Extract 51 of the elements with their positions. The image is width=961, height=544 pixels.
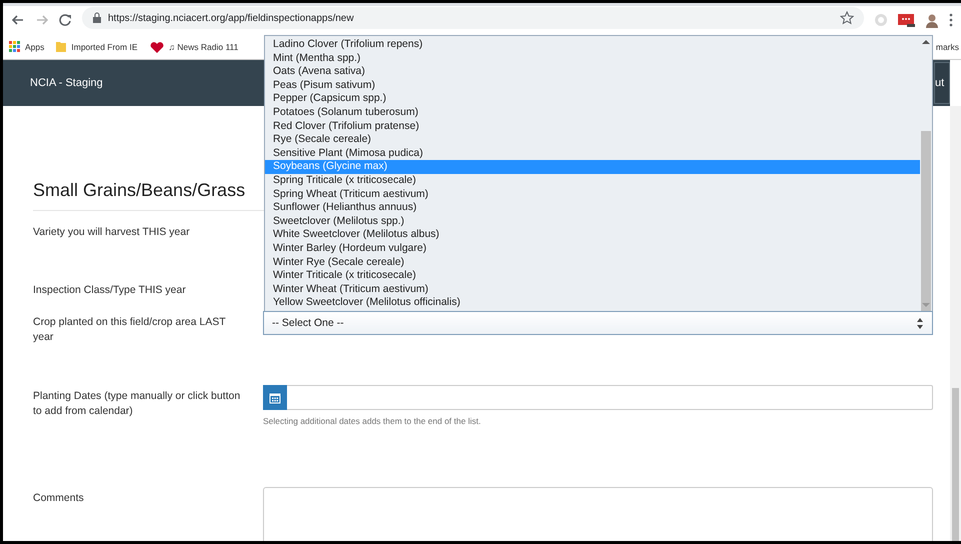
avatar-icon [925,12,939,28]
bookmark[interactable]: Imported From IE [56,40,138,52]
field-label: Comments [33,491,85,506]
url-text: https://staging.nciacert.org/app/fieldinspectionapps/new [108,12,354,24]
dropdown-option[interactable]: Winter Wheat (Triticum aestivum) [265,282,920,296]
down-arrow-icon [922,302,930,308]
reload-icon [59,14,72,26]
dropdown-option[interactable]: Ladino Clover (Trifolium repens) [265,38,920,52]
select-field[interactable]: -- Select One -- [263,311,933,335]
heart-icon [150,40,164,52]
dropdown-option[interactable]: Winter Rye (Secale cereale) [265,256,920,270]
bookmark[interactable]: ♫ News Radio 111 [150,40,238,52]
comments-field[interactable] [263,487,933,541]
lock-icon [92,12,102,24]
dropdown-option[interactable]: Sensitive Plant (Mimosa pudica) [265,146,920,160]
field-label: Crop planted on this field/crop area LAST year [33,315,226,345]
forward-icon [35,14,49,26]
dropdown-option[interactable]: Winter Triticale (x triticosecale) [265,269,920,283]
calendar-icon [269,392,281,404]
page-scrollbar[interactable] [950,106,961,541]
dropdown-option[interactable]: Pepper (Capsicum spp.) [265,92,920,106]
dropdown-option[interactable]: Peas (Pisum sativum) [265,78,920,92]
dropdown-option[interactable]: Red Clover (Trifolium pratense) [265,120,920,134]
dropdown-option[interactable]: Oats (Avena sativa) [265,65,920,79]
field-label: Planting Dates (type manually or click button to add from calendar) [33,389,242,419]
date-field[interactable] [287,385,933,410]
address-bar[interactable]: https://staging.nciacert.org/app/fieldinspectionapps/new [82,7,864,29]
back-icon [11,14,25,26]
dropdown-option[interactable]: Yellow Sweetclover (Melilotus officinalis) [265,296,920,310]
dropdown-option[interactable]: Mint (Mentha spp.) [265,52,920,66]
folder-icon [56,40,66,52]
dropdown-option[interactable]: White Sweetclover (Melilotus albus) [265,228,920,242]
up-arrow-icon [922,39,930,45]
updown-arrows-icon [916,316,924,330]
field-label: Inspection Class/Type THIS year [33,283,187,298]
calendar-button[interactable] [263,385,287,410]
dropdown-option[interactable]: Potatoes (Solanum tuberosum) [265,106,920,120]
apps-icon [9,41,20,52]
help-text: Selecting additional dates adds them to the end of the list. [263,416,482,426]
dropdown-option[interactable]: Winter Barley (Hordeum vulgare) [265,242,920,256]
bookmark[interactable]: Apps [9,41,44,52]
menu-icon [949,13,953,27]
dropdown-option[interactable]: Spring Wheat (Triticum aestivum) [265,188,920,202]
dropdown-option[interactable]: Rye (Secale cereale) [265,133,920,147]
star-icon [840,11,854,25]
dropdown-option[interactable]: Sweetclover (Melilotus spp.) [265,214,920,228]
field-label: Variety you will harvest THIS year [33,225,191,240]
extension-icon [874,13,888,27]
bookmark[interactable]: marks [936,42,961,52]
extension-icon [898,13,915,27]
logout-button[interactable]: ut [934,62,950,104]
